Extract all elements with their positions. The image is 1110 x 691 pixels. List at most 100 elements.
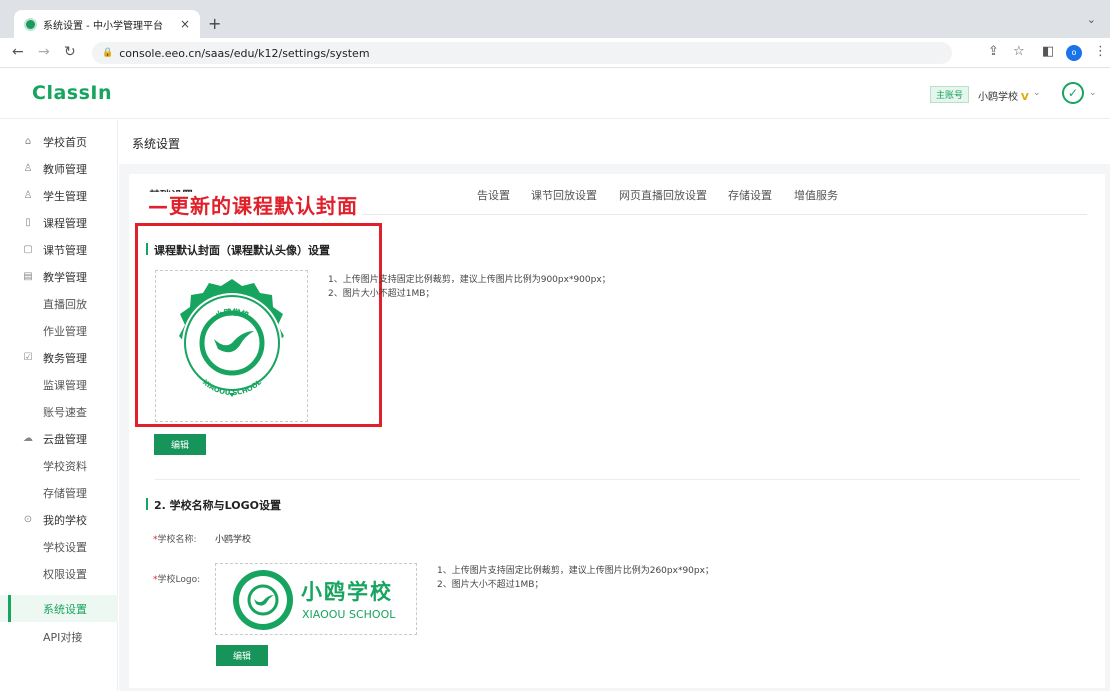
sidebar-item-my-school[interactable]: ⊙ 我的学校: [0, 506, 118, 533]
sidebar-item-account-lookup[interactable]: 账号速查: [0, 398, 118, 425]
classin-logo[interactable]: ClassIn: [32, 82, 112, 104]
browser-menu-icon[interactable]: ⋮: [1094, 44, 1107, 59]
page-header: 系统设置: [119, 120, 1110, 164]
sidebar-item-affairs[interactable]: ☑ 教务管理: [0, 344, 118, 371]
note-line: 2、图片大小不超过1MB；: [437, 580, 544, 590]
sidebar-item-label: 监课管理: [43, 378, 87, 392]
sidebar-item-school-files[interactable]: 学校资料: [0, 452, 118, 479]
school-name-value: 小鸥学校: [215, 535, 252, 545]
sidebar-item-label: 学校首页: [43, 135, 87, 149]
main-account-badge: 主账号: [930, 86, 970, 103]
sidebar-item-students[interactable]: ♙ 学生管理: [0, 182, 118, 209]
tab-value-added[interactable]: 增值服务: [794, 187, 838, 203]
sidebar-item-label: 教务管理: [43, 351, 87, 365]
back-icon[interactable]: ←: [12, 44, 24, 60]
address-bar-row: ← → ↻ 🔒 console.eeo.cn/saas/edu/k12/sett…: [0, 38, 1110, 68]
sidebar-item-label: 学校资料: [43, 459, 87, 473]
tab-lesson-replay[interactable]: 课节回放设置: [531, 187, 597, 203]
school-name-label: *学校名称:: [153, 535, 197, 545]
sidebar-item-teachers[interactable]: ♙ 教师管理: [0, 155, 118, 182]
cover-upload-notes: 1、上传图片支持固定比例裁剪，建议上传图片比例为900px*900px； 2、图…: [328, 273, 611, 301]
sidebar-item-label: 系统设置: [43, 602, 87, 616]
reload-icon[interactable]: ↻: [64, 44, 76, 60]
sidebar-item-label: 我的学校: [43, 513, 87, 527]
school-badge-icon: 小鸥学校 XIAOOU SCHOOL: [179, 279, 284, 397]
tab-title: 系统设置 - 中小学管理平台: [43, 20, 163, 32]
sidebar-item-label: 账号速查: [43, 405, 87, 419]
home-icon: ⌂: [24, 136, 32, 147]
sidebar-item-label: 课节管理: [43, 243, 87, 257]
new-tab-button[interactable]: +: [208, 14, 221, 33]
url-text: console.eeo.cn/saas/edu/k12/settings/sys…: [119, 46, 370, 60]
sidebar-item-storage[interactable]: 存储管理: [0, 479, 118, 506]
logo-english-name: XIAOOU SCHOOL: [302, 608, 396, 621]
page-title: 系统设置: [132, 137, 181, 151]
chevron-down-icon[interactable]: ⌄: [1033, 88, 1041, 98]
tab-close-icon[interactable]: ×: [180, 17, 190, 31]
sidebar-item-courses[interactable]: ▯ 课程管理: [0, 209, 118, 236]
sidebar-item-permissions[interactable]: 权限设置: [0, 560, 118, 587]
sidebar-item-label: 学生管理: [43, 189, 87, 203]
profile-avatar[interactable]: o: [1066, 45, 1082, 61]
sidebar-item-label: API对接: [43, 630, 83, 644]
tab-web-replay[interactable]: 网页直播回放设置: [619, 187, 707, 203]
edit-logo-button[interactable]: 编辑: [216, 645, 268, 666]
sidebar-item-homework[interactable]: 作业管理: [0, 317, 118, 344]
note-line: 2、图片大小不超过1MB；: [328, 289, 435, 299]
course-cover-preview[interactable]: 小鸥学校 XIAOOU SCHOOL: [155, 270, 308, 422]
sidebar-item-lessons[interactable]: ▢ 课节管理: [0, 236, 118, 263]
tab-notice[interactable]: 告设置: [477, 187, 510, 203]
course-icon: ▯: [25, 217, 31, 228]
sidebar-item-home[interactable]: ⌂ 学校首页: [0, 128, 118, 155]
side-panel-icon[interactable]: ◧: [1042, 44, 1054, 59]
user-avatar[interactable]: ✓: [1062, 82, 1084, 104]
active-indicator: [8, 595, 11, 622]
chevron-down-icon[interactable]: ⌄: [1089, 88, 1097, 98]
sidebar-item-label: 存储管理: [43, 486, 87, 500]
tab-search-chevron-icon[interactable]: ⌄: [1087, 13, 1096, 26]
browser-chrome: 系统设置 - 中小学管理平台 × + ⌄ ← → ↻ 🔒 console.eeo…: [0, 0, 1110, 68]
school-logo-icon: [233, 570, 293, 630]
forward-icon[interactable]: →: [38, 44, 50, 60]
sidebar-item-label: 教师管理: [43, 162, 87, 176]
sidebar-item-live-replay[interactable]: 直播回放: [0, 290, 118, 317]
browser-tab[interactable]: 系统设置 - 中小学管理平台 ×: [14, 10, 200, 38]
sidebar-item-teaching[interactable]: ▤ 教学管理: [0, 263, 118, 290]
note-line: 1、上传图片支持固定比例裁剪，建议上传图片比例为900px*900px；: [328, 275, 611, 285]
sidebar-item-label: 云盘管理: [43, 432, 87, 446]
sidebar: ⌂ 学校首页 ♙ 教师管理 ♙ 学生管理 ▯ 课程管理 ▢ 课节管理 ▤ 教学管理 直播回放…: [0, 120, 118, 691]
logo-chinese-name: 小鸥学校: [301, 580, 393, 604]
sidebar-item-school-settings[interactable]: 学校设置: [0, 533, 118, 560]
school-logo-label: *学校Logo:: [153, 575, 201, 585]
sidebar-item-system-settings[interactable]: 系统设置: [0, 595, 118, 622]
section-divider: [155, 479, 1080, 480]
app-header: ClassIn 主账号 小鸥学校 V ⌄ ✓ ⌄: [0, 69, 1110, 119]
url-field[interactable]: 🔒 console.eeo.cn/saas/edu/k12/settings/s…: [92, 42, 952, 64]
tab-bar: 系统设置 - 中小学管理平台 × + ⌄: [0, 0, 1110, 38]
affairs-icon: ☑: [23, 352, 33, 363]
annotation-label: —更新的课程默认封面: [144, 192, 362, 220]
sidebar-item-monitor[interactable]: 监课管理: [0, 371, 118, 398]
sidebar-item-label: 权限设置: [43, 567, 87, 581]
school-icon: ⊙: [23, 514, 33, 525]
sidebar-item-label: 学校设置: [43, 540, 87, 554]
sidebar-item-label: 直播回放: [43, 297, 87, 311]
student-icon: ♙: [23, 190, 33, 201]
lock-icon: 🔒: [102, 48, 114, 58]
tab-storage[interactable]: 存储设置: [728, 187, 772, 203]
vip-icon: V: [1021, 92, 1029, 103]
sidebar-item-label: 教学管理: [43, 270, 87, 284]
cloud-icon: ☁: [23, 433, 33, 444]
section-title-school-logo: 2. 学校名称与LOGO设置: [146, 497, 281, 513]
sidebar-item-cloud[interactable]: ☁ 云盘管理: [0, 425, 118, 452]
school-switcher[interactable]: 小鸥学校 V: [978, 88, 1029, 103]
lesson-icon: ▢: [23, 244, 33, 255]
school-logo-preview[interactable]: 小鸥学校 XIAOOU SCHOOL: [215, 563, 417, 635]
bookmark-star-icon[interactable]: ☆: [1013, 44, 1025, 59]
share-icon[interactable]: ⇪: [988, 44, 999, 59]
user-icon: ♙: [23, 163, 33, 174]
school-name: 小鸥学校: [978, 92, 1018, 103]
edit-cover-button[interactable]: 编辑: [154, 434, 206, 455]
sidebar-item-label: 作业管理: [43, 324, 87, 338]
sidebar-item-api[interactable]: API对接: [0, 623, 118, 650]
